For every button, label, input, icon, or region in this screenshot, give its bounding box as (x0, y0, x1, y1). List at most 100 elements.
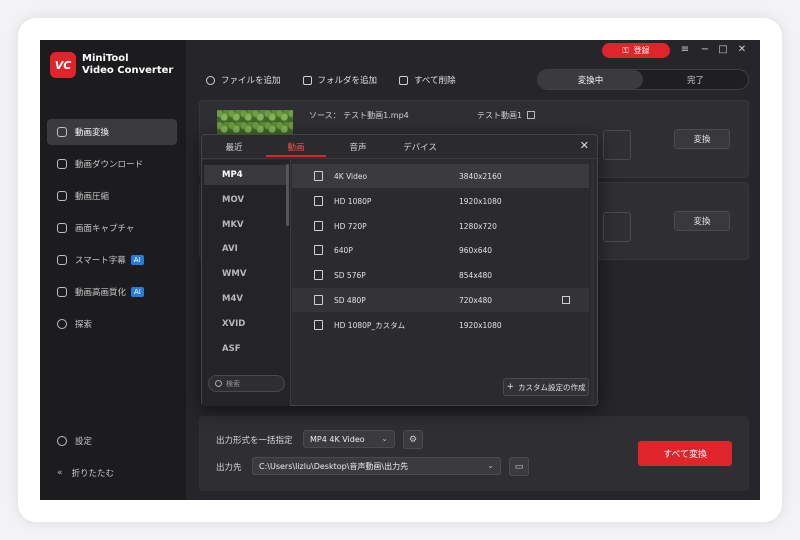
key-icon: ⚿ (622, 45, 629, 55)
format-list: MP4 MOV MKV AVI WMV M4V XVID ASF 検索 (202, 160, 291, 406)
output-settings-icon[interactable] (603, 130, 631, 160)
format-item-wmv[interactable]: WMV (204, 264, 286, 284)
sidebar-nav: 動画変換 動画ダウンロード 動画圧縮 画面キャプチャ スマート字幕 AI 動画高… (47, 119, 177, 343)
format-item-avi[interactable]: AVI (204, 239, 286, 259)
sidebar-item-video-compress[interactable]: 動画圧縮 (47, 183, 177, 209)
resolution-row[interactable]: SD 576P 854x480 (292, 263, 589, 287)
sidebar-collapse-wrap: « 折りたたむ (57, 460, 114, 492)
resolution-size: 720x480 (459, 295, 493, 305)
format-search-input[interactable]: 検索 (208, 375, 285, 392)
sidebar-item-label: 動画変換 (75, 128, 110, 138)
resolution-name: 4K Video (334, 171, 368, 181)
enhance-icon (57, 287, 67, 297)
video-file-icon (314, 221, 323, 231)
sidebar-item-label: 折りたたむ (71, 469, 115, 479)
output-format-select[interactable]: MP4 4K Video ⌄ (303, 430, 395, 448)
tab-done[interactable]: 完了 (643, 70, 748, 89)
login-button[interactable]: ⚿ 登録 (602, 43, 670, 58)
app-name-line2: Video Converter (82, 65, 174, 76)
sidebar-item-label: 設定 (75, 437, 93, 447)
tab-recent[interactable]: 最近 (204, 141, 264, 153)
popup-close-icon[interactable]: ✕ (580, 139, 589, 152)
format-tabs: 最近 動画 音声 デバイス ✕ (202, 135, 597, 159)
resolution-row[interactable]: HD 1080P 1920x1080 (292, 189, 589, 213)
convert-all-button[interactable]: すべて変換 (638, 441, 732, 466)
create-custom-button[interactable]: + カスタム設定の作成 (503, 378, 589, 396)
output-path-select[interactable]: C:\Users\lizlu\Desktop\音声動画\出力先 ⌄ (252, 457, 501, 475)
sidebar-item-settings[interactable]: 設定 (57, 428, 92, 454)
chevron-down-icon: ⌄ (381, 434, 388, 443)
app-name-line1: MiniTool (82, 53, 129, 64)
resolution-row[interactable]: SD 480P 720x480 (292, 288, 589, 312)
resolution-name: SD 576P (334, 270, 366, 280)
browse-folder-icon[interactable]: ▭ (509, 457, 529, 476)
minimize-icon[interactable]: − (698, 43, 712, 57)
tab-audio[interactable]: 音声 (328, 141, 388, 153)
sidebar-item-video-convert[interactable]: 動画変換 (47, 119, 177, 145)
menu-icon[interactable]: ≡ (678, 43, 692, 57)
resolution-size: 1280x720 (459, 221, 497, 231)
resolution-row[interactable]: HD 1080P_カスタム 1920x1080 (292, 313, 589, 337)
resolution-size: 1920x1080 (459, 320, 502, 330)
format-item-mkv[interactable]: MKV (204, 215, 286, 235)
resolution-row[interactable]: 4K Video 3840x2160 (292, 164, 589, 188)
output-settings-icon[interactable] (603, 212, 631, 242)
target-name-label: テスト動画1 (477, 111, 523, 120)
compass-icon (57, 319, 67, 329)
format-item-asf[interactable]: ASF (204, 339, 286, 359)
format-item-m4v[interactable]: M4V (204, 289, 286, 309)
video-file-icon (314, 196, 323, 206)
format-item-mov[interactable]: MOV (204, 190, 286, 210)
add-file-button[interactable]: ファイルを追加 (206, 74, 281, 86)
output-format-value: MP4 4K Video (310, 434, 365, 444)
source-file-label: ソース： テスト動画1.mp4 (309, 111, 409, 120)
add-folder-button[interactable]: フォルダを追加 (302, 74, 378, 86)
resolution-size: 960x640 (459, 245, 493, 255)
subtitle-icon (57, 255, 67, 265)
format-popup: 最近 動画 音声 デバイス ✕ MP4 MOV MKV AVI WMV M4V … (201, 134, 598, 406)
add-file-icon (206, 75, 215, 85)
tab-device[interactable]: デバイス (390, 141, 450, 153)
active-tab-indicator (266, 155, 326, 157)
tab-video[interactable]: 動画 (266, 141, 326, 153)
convert-button[interactable]: 変換 (674, 211, 730, 231)
login-label: 登録 (633, 46, 650, 55)
title-bar: ⚿ 登録 ≡ − □ ✕ (186, 40, 760, 62)
add-folder-label: フォルダを追加 (317, 76, 378, 86)
format-settings-gear-icon[interactable]: ⚙ (403, 430, 423, 449)
add-file-label: ファイルを追加 (221, 76, 281, 86)
ai-badge: AI (131, 287, 144, 297)
delete-all-button[interactable]: すべて削除 (399, 74, 456, 86)
gear-icon (57, 436, 67, 446)
resolution-size: 3840x2160 (459, 171, 502, 181)
resolution-row[interactable]: HD 720P 1280x720 (292, 214, 589, 238)
close-icon[interactable]: ✕ (735, 43, 749, 57)
edit-icon[interactable] (527, 111, 536, 119)
sidebar-settings-wrap: 設定 (57, 428, 92, 460)
format-item-xvid[interactable]: XVID (204, 314, 286, 334)
resolution-list-scrollbar[interactable] (591, 163, 594, 403)
format-list-scrollbar[interactable] (286, 164, 289, 226)
convert-button[interactable]: 変換 (674, 129, 730, 149)
target-name[interactable]: テスト動画1 (477, 110, 536, 121)
sidebar-item-smart-subtitle[interactable]: スマート字幕 AI (47, 247, 177, 273)
camera-icon (57, 223, 67, 233)
status-segment: 変換中 完了 (537, 69, 749, 90)
folder-icon (302, 75, 312, 85)
double-chevron-left-icon: « (57, 468, 63, 478)
app-logo: VC MiniTool Video Converter (50, 52, 173, 78)
output-path-value: C:\Users\lizlu\Desktop\音声動画\出力先 (259, 461, 409, 471)
resolution-row[interactable]: 640P 960x640 (292, 238, 589, 262)
sidebar-collapse-button[interactable]: « 折りたたむ (57, 460, 114, 486)
create-custom-label: カスタム設定の作成 (518, 382, 586, 392)
sidebar-item-video-download[interactable]: 動画ダウンロード (47, 151, 177, 177)
tab-converting[interactable]: 変換中 (538, 70, 643, 89)
format-item-mp4[interactable]: MP4 (204, 165, 286, 185)
sidebar-item-explore[interactable]: 探索 (47, 311, 177, 337)
output-bar: 出力形式を一括指定 MP4 4K Video ⌄ ⚙ 出力先 C:\Users\… (199, 416, 749, 491)
sidebar-item-video-enhance[interactable]: 動画高画質化 AI (47, 279, 177, 305)
maximize-icon[interactable]: □ (716, 43, 730, 57)
edit-icon[interactable] (562, 296, 570, 304)
app-name: MiniTool Video Converter (82, 53, 173, 77)
sidebar-item-screen-capture[interactable]: 画面キャプチャ (47, 215, 177, 241)
